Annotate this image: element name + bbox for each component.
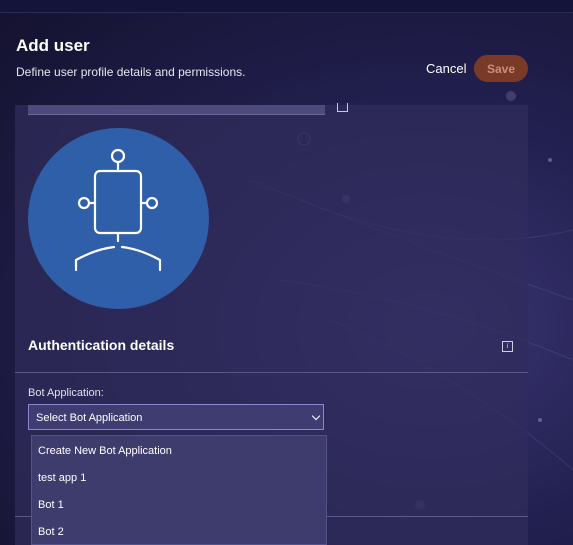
dropdown-option[interactable]: Create New Bot Application: [38, 445, 172, 457]
chevron-down-icon: [311, 411, 321, 421]
section-divider: [15, 372, 528, 373]
username-field[interactable]: [28, 105, 325, 115]
section-title: Authentication details: [28, 337, 175, 353]
form-panel: Authentication details i Bot Application…: [15, 103, 528, 545]
cancel-button[interactable]: Cancel: [426, 61, 466, 76]
field-icon[interactable]: [337, 103, 348, 112]
bot-icon: [74, 148, 162, 272]
bot-application-dropdown: Create New Bot Application test app 1 Bo…: [31, 435, 327, 545]
top-bar: [0, 0, 573, 13]
bot-application-label: Bot Application:: [28, 387, 104, 399]
page-title: Add user: [16, 36, 90, 55]
dropdown-option[interactable]: Bot 2: [38, 526, 64, 538]
info-icon[interactable]: i: [502, 341, 513, 352]
save-button[interactable]: Save: [474, 55, 528, 82]
page-subtitle: Define user profile details and permissi…: [16, 65, 246, 79]
bot-application-select[interactable]: Select Bot Application: [28, 404, 324, 430]
dropdown-option[interactable]: Bot 1: [38, 499, 64, 511]
dropdown-option[interactable]: test app 1: [38, 472, 86, 484]
select-value: Select Bot Application: [36, 412, 143, 424]
avatar: [28, 128, 209, 309]
